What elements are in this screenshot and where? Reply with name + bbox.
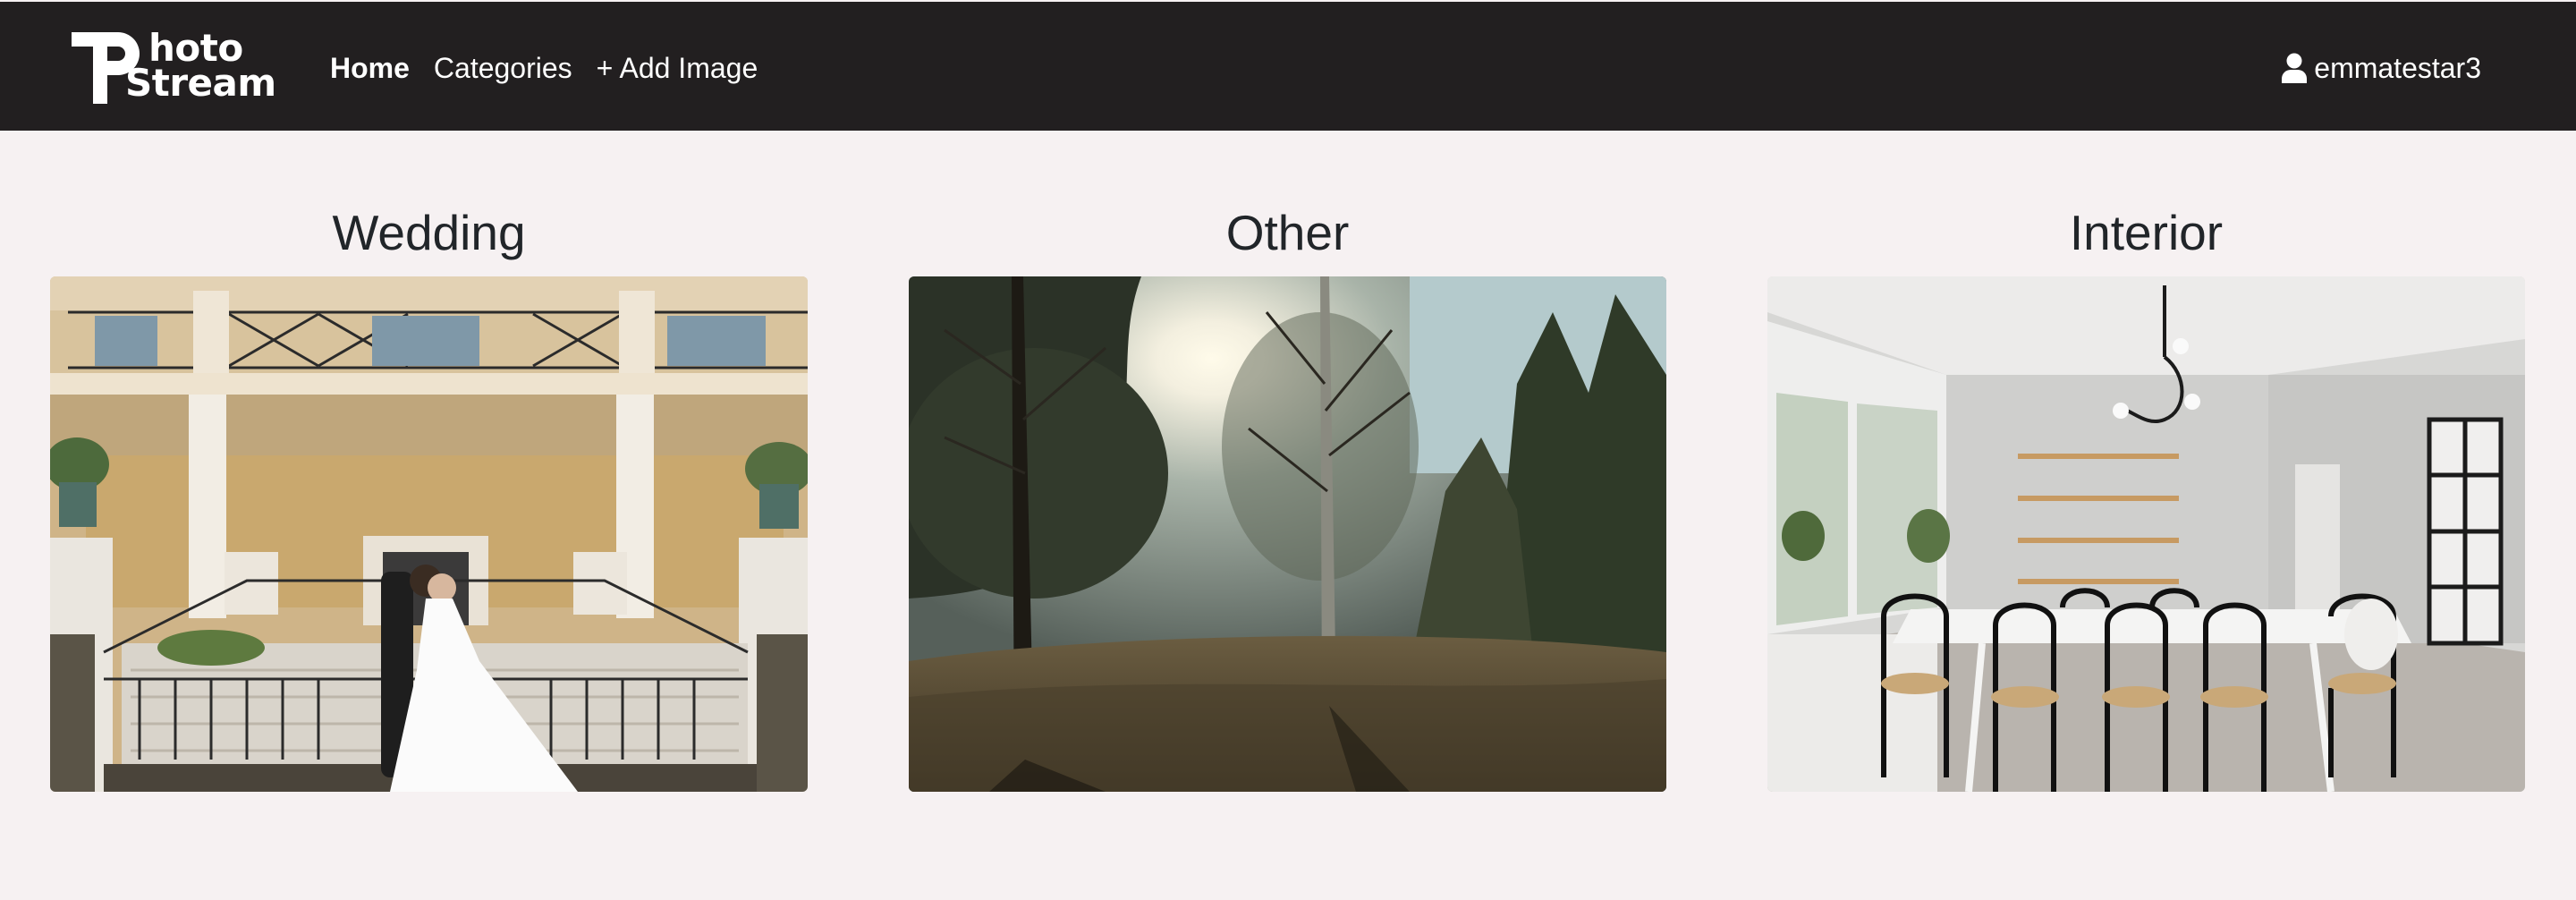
category-title: Interior xyxy=(2069,205,2224,260)
category-card-wedding: Wedding xyxy=(50,197,808,792)
navbar: hoto Stream Home Categories + Add Image … xyxy=(0,0,2576,131)
category-card-other: Other xyxy=(909,197,1666,792)
brand-line2: Stream xyxy=(125,61,276,105)
brand-logo[interactable]: hoto Stream xyxy=(72,30,291,104)
nav-home-link[interactable]: Home xyxy=(330,52,410,85)
main-nav: Home Categories + Add Image xyxy=(330,48,782,88)
category-card-interior: Interior xyxy=(1767,197,2525,792)
category-image-other[interactable] xyxy=(909,276,1666,792)
username: emmatestar3 xyxy=(2314,51,2481,84)
nav-categories-link[interactable]: Categories xyxy=(434,52,572,85)
brand-wordmark: hoto Stream xyxy=(125,30,276,102)
nav-add-image-link[interactable]: + Add Image xyxy=(597,52,758,85)
category-title: Other xyxy=(1225,205,1350,260)
category-image-interior[interactable] xyxy=(1767,276,2525,792)
user-icon xyxy=(2282,53,2308,83)
category-title: Wedding xyxy=(332,205,526,260)
category-image-wedding[interactable] xyxy=(50,276,808,792)
user-menu[interactable]: emmatestar3 xyxy=(2282,48,2481,88)
